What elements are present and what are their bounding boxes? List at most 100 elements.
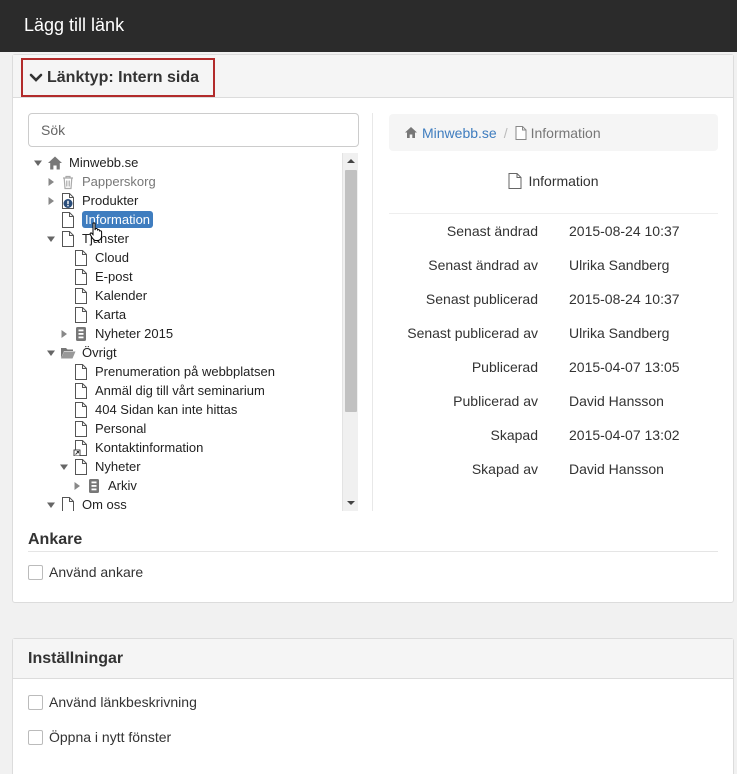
page-icon [75, 249, 87, 266]
tree-node[interactable]: 404 Sidan kan inte hittas [59, 400, 237, 419]
settings-panel: Inställningar Använd länkbeskrivning Öpp… [12, 638, 734, 774]
tree-node[interactable]: E-post [59, 267, 133, 286]
caret-down-icon[interactable] [33, 158, 43, 168]
page-link-icon [73, 439, 87, 456]
page-icon [75, 458, 87, 475]
property-value: David Hansson [569, 393, 664, 409]
tree-node[interactable]: Prenumeration på webbplatsen [59, 362, 275, 381]
use-description-label: Använd länkbeskrivning [49, 694, 197, 710]
tree-node[interactable]: Kontaktinformation [59, 438, 203, 457]
home-icon [48, 156, 62, 169]
link-panel-header: Länktyp: Intern sida [13, 55, 733, 98]
window-title: Lägg till länk [0, 0, 737, 52]
caret-right-icon[interactable] [46, 196, 56, 206]
archive-icon [76, 326, 86, 341]
page-icon [515, 125, 527, 140]
settings-title: Inställningar [13, 639, 733, 679]
tree-node[interactable]: Produkter [46, 191, 138, 210]
property-value: 2015-04-07 13:02 [569, 427, 680, 443]
search-input[interactable] [28, 113, 359, 147]
page-icon [75, 306, 87, 323]
tree-node[interactable]: Kalender [59, 286, 147, 305]
property-key: Senast ändrad av [428, 257, 538, 273]
scroll-up-arrow-icon[interactable] [343, 153, 359, 169]
caret-right-icon[interactable] [72, 481, 82, 491]
tree-node-label[interactable]: Cloud [95, 250, 129, 265]
property-row: Senast publicerad 2015-08-24 10:37 [389, 291, 718, 311]
tree-node[interactable]: Om oss [46, 495, 127, 511]
property-row: Senast ändrad av Ulrika Sandberg [389, 257, 718, 277]
property-value: Ulrika Sandberg [569, 257, 670, 273]
tree-node-label[interactable]: Papperskorg [82, 174, 156, 189]
open-new-window-checkbox-row[interactable]: Öppna i nytt fönster [28, 729, 171, 745]
tree-node-label[interactable]: Kalender [95, 288, 147, 303]
page-tree: Minwebb.se Papperskorg Produkter Informatio… [28, 153, 358, 511]
property-key: Senast publicerad [425, 291, 538, 307]
use-description-checkbox[interactable] [28, 694, 43, 710]
trash-icon [63, 175, 73, 189]
scroll-down-arrow-icon[interactable] [343, 495, 359, 511]
tree-node-label[interactable]: Arkiv [108, 478, 137, 493]
use-anchor-checkbox[interactable] [28, 564, 43, 580]
tree-node[interactable]: Övrigt [46, 343, 117, 362]
property-key: Publicerad av [453, 393, 538, 409]
tree-node[interactable]: Anmäl dig till vårt seminarium [59, 381, 265, 400]
tree-node[interactable]: Karta [59, 305, 126, 324]
page-icon [75, 401, 87, 418]
use-anchor-checkbox-row[interactable]: Använd ankare [28, 564, 143, 580]
property-row: Publicerad 2015-04-07 13:05 [389, 359, 718, 379]
tree-node-label[interactable]: Kontaktinformation [95, 440, 203, 455]
caret-right-icon[interactable] [46, 177, 56, 187]
page-icon [508, 173, 522, 189]
page-icon [62, 496, 74, 511]
property-value: Ulrika Sandberg [569, 325, 670, 341]
tree-node-label[interactable]: Karta [95, 307, 126, 322]
tree-node-label[interactable]: Minwebb.se [69, 155, 138, 170]
scroll-thumb[interactable] [345, 170, 357, 412]
link-type-label: Länktyp: Intern sida [47, 68, 200, 86]
link-type-toggle[interactable]: Länktyp: Intern sida [21, 58, 215, 97]
tree-node-label[interactable]: 404 Sidan kan inte hittas [95, 402, 237, 417]
property-row: Senast publicerad av Ulrika Sandberg [389, 325, 718, 345]
caret-down-icon[interactable] [59, 462, 69, 472]
property-key: Skapad [490, 427, 538, 443]
open-new-window-checkbox[interactable] [28, 729, 43, 745]
tree-node-label[interactable]: Prenumeration på webbplatsen [95, 364, 275, 379]
tree-node-label[interactable]: Nyheter [95, 459, 141, 474]
tree-scrollbar[interactable] [342, 153, 358, 511]
page-icon [62, 230, 74, 247]
mouse-cursor-icon [89, 222, 103, 241]
use-description-checkbox-row[interactable]: Använd länkbeskrivning [28, 694, 197, 710]
chevron-down-icon [29, 73, 43, 82]
use-anchor-label: Använd ankare [49, 564, 144, 580]
tree-node[interactable]: Arkiv [72, 476, 137, 495]
property-key: Senast ändrad [446, 223, 538, 239]
tree-node-label[interactable]: E-post [95, 269, 133, 284]
tree-node-label[interactable]: Personal [95, 421, 146, 436]
tree-node[interactable]: Papperskorg [46, 172, 156, 191]
caret-down-icon[interactable] [46, 348, 56, 358]
home-icon [405, 127, 417, 138]
tree-node-label[interactable]: Anmäl dig till vårt seminarium [95, 383, 265, 398]
tree-node[interactable]: Personal [59, 419, 146, 438]
tree-node[interactable]: Cloud [59, 248, 129, 267]
property-value: David Hansson [569, 461, 664, 477]
tree-node[interactable]: Nyheter 2015 [59, 324, 173, 343]
page-icon [75, 420, 87, 437]
tree-node[interactable]: Tjänster [46, 229, 129, 248]
caret-down-icon[interactable] [46, 500, 56, 510]
tree-node-label[interactable]: Produkter [82, 193, 138, 208]
folder-open-icon [61, 347, 76, 358]
open-new-window-label: Öppna i nytt fönster [49, 729, 172, 745]
breadcrumb-root-link[interactable]: Minwebb.se [422, 125, 497, 141]
tree-node[interactable]: Minwebb.se [33, 153, 138, 172]
divider [389, 213, 718, 214]
tree-node-label[interactable]: Om oss [82, 497, 127, 511]
tree-node-label[interactable]: Nyheter 2015 [95, 326, 173, 341]
breadcrumb-separator: / [503, 124, 508, 141]
tree-node[interactable]: Nyheter [59, 457, 141, 476]
page-icon [75, 382, 87, 399]
caret-down-icon[interactable] [46, 234, 56, 244]
caret-right-icon[interactable] [59, 329, 69, 339]
tree-node-label[interactable]: Övrigt [82, 345, 117, 360]
